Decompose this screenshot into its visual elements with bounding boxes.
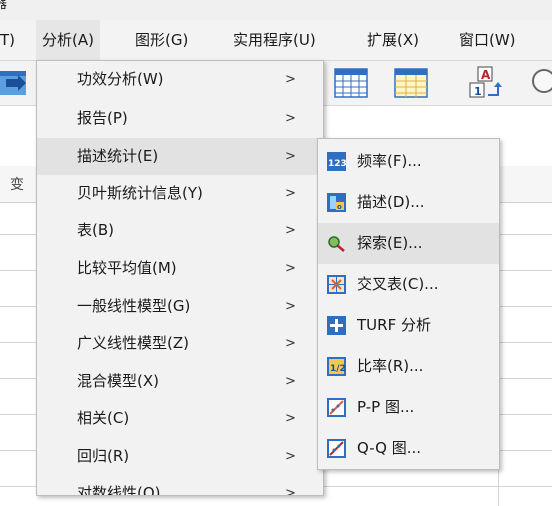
submenu-arrow-icon: > xyxy=(285,374,296,389)
submenu-arrow-icon: > xyxy=(285,299,296,314)
descriptives-icon: o xyxy=(327,193,346,212)
menu-item-descriptive-statistics[interactable]: 描述统计(E) > xyxy=(37,138,323,175)
goto-case-icon[interactable] xyxy=(0,67,30,99)
frequencies-icon: 123 xyxy=(327,152,346,171)
submenu-item-label: 频率(F)... xyxy=(357,152,422,170)
menu-item-correlate[interactable]: 相关(C) > xyxy=(37,400,323,437)
submenu-item-label: 比率(R)... xyxy=(357,357,424,375)
menu-utilities[interactable]: 实用程序(U) xyxy=(227,20,322,60)
submenu-item-label: P-P 图... xyxy=(357,398,415,416)
menu-extensions[interactable]: 扩展(X) xyxy=(361,20,425,60)
submenu-item-explore[interactable]: 探索(E)... xyxy=(318,223,499,264)
title-bar: 器 xyxy=(0,0,552,20)
ratio-icon: 1/2 xyxy=(327,357,346,376)
menu-item-label: 相关(C) xyxy=(77,409,130,427)
menu-item-reports[interactable]: 报告(P) > xyxy=(37,100,323,137)
submenu-item-crosstabs[interactable]: 交叉表(C)... xyxy=(318,264,499,305)
submenu-item-label: Q-Q 图... xyxy=(357,439,422,457)
submenu-arrow-icon: > xyxy=(285,149,296,164)
menu-item-label: 贝叶斯统计信息(Y) xyxy=(77,184,203,202)
data-grid-icon[interactable] xyxy=(334,67,368,99)
menu-item-label: 回归(R) xyxy=(77,447,130,465)
menu-item-generalized-linear-models[interactable]: 广义线性模型(Z) > xyxy=(37,325,323,362)
submenu-arrow-icon: > xyxy=(285,261,296,276)
submenu-item-qq-plot[interactable]: Q-Q 图... xyxy=(318,428,499,469)
menu-bar: T) 分析(A) 图形(G) 实用程序(U) 扩展(X) 窗口(W) xyxy=(0,20,552,61)
submenu-arrow-icon: > xyxy=(285,223,296,238)
menu-item-mixed-models[interactable]: 混合模型(X) > xyxy=(37,363,323,400)
menu-item-label: 报告(P) xyxy=(77,109,128,127)
submenu-item-pp-plot[interactable]: P-P 图... xyxy=(318,387,499,428)
window-title: 器 xyxy=(0,0,8,12)
menu-item-bayesian-statistics[interactable]: 贝叶斯统计信息(Y) > xyxy=(37,175,323,212)
menu-item-label: 表(B) xyxy=(77,221,114,239)
submenu-arrow-icon: > xyxy=(285,72,296,87)
explore-icon xyxy=(328,236,345,252)
search-icon[interactable] xyxy=(526,67,552,101)
menu-item-compare-means[interactable]: 比较平均值(M) > xyxy=(37,250,323,287)
submenu-item-turf-analysis[interactable]: TURF 分析 xyxy=(318,305,499,346)
menu-item-label: 功效分析(W) xyxy=(77,70,164,88)
svg-text:1: 1 xyxy=(474,85,482,98)
submenu-arrow-icon: > xyxy=(285,486,296,496)
menu-item-tables[interactable]: 表(B) > xyxy=(37,212,323,249)
submenu-item-descriptives[interactable]: o 描述(D)... xyxy=(318,182,499,223)
turf-icon xyxy=(327,316,346,335)
menu-graphs[interactable]: 图形(G) xyxy=(129,20,194,60)
descriptive-statistics-submenu: 123 频率(F)... o 描述(D)... 探索(E)... 交叉表(C).… xyxy=(317,138,500,470)
menu-transform[interactable]: T) xyxy=(0,20,21,60)
submenu-arrow-icon: > xyxy=(285,411,296,426)
submenu-item-label: TURF 分析 xyxy=(357,316,431,334)
menu-item-label: 对数线性(O) xyxy=(77,484,161,496)
menu-item-label: 一般线性模型(G) xyxy=(77,297,191,315)
menu-item-loglinear[interactable]: 对数线性(O) > xyxy=(37,475,323,496)
submenu-arrow-icon: > xyxy=(285,336,296,351)
submenu-item-label: 探索(E)... xyxy=(357,234,423,252)
value-labels-icon[interactable]: A 1 xyxy=(468,65,512,101)
menu-item-regression[interactable]: 回归(R) > xyxy=(37,438,323,475)
menu-item-label: 广义线性模型(Z) xyxy=(77,334,189,352)
analyze-menu: 功效分析(W) > 报告(P) > 描述统计(E) > 贝叶斯统计信息(Y) >… xyxy=(36,60,324,496)
svg-text:1/2: 1/2 xyxy=(330,364,346,374)
svg-text:A: A xyxy=(481,68,491,82)
grid-table-icon[interactable] xyxy=(394,67,428,99)
menu-analyze[interactable]: 分析(A) xyxy=(36,20,100,60)
menu-item-label: 比较平均值(M) xyxy=(77,259,177,277)
menu-item-power-analysis[interactable]: 功效分析(W) > xyxy=(37,61,323,98)
crosstabs-icon xyxy=(327,275,346,294)
menu-item-label: 描述统计(E) xyxy=(77,147,159,165)
submenu-arrow-icon: > xyxy=(285,111,296,126)
menu-item-general-linear-model[interactable]: 一般线性模型(G) > xyxy=(37,288,323,325)
svg-text:o: o xyxy=(337,203,342,211)
svg-text:123: 123 xyxy=(328,159,346,169)
menu-item-label: 混合模型(X) xyxy=(77,372,159,390)
pp-plot-icon xyxy=(327,398,346,417)
submenu-arrow-icon: > xyxy=(285,449,296,464)
submenu-item-label: 描述(D)... xyxy=(357,193,425,211)
column-header[interactable]: 变 xyxy=(10,174,24,194)
submenu-item-label: 交叉表(C)... xyxy=(357,275,439,293)
menu-window[interactable]: 窗口(W) xyxy=(453,20,522,60)
qq-plot-icon xyxy=(327,439,346,458)
submenu-item-frequencies[interactable]: 123 频率(F)... xyxy=(318,141,499,182)
submenu-arrow-icon: > xyxy=(285,186,296,201)
submenu-item-ratio[interactable]: 1/2 比率(R)... xyxy=(318,346,499,387)
